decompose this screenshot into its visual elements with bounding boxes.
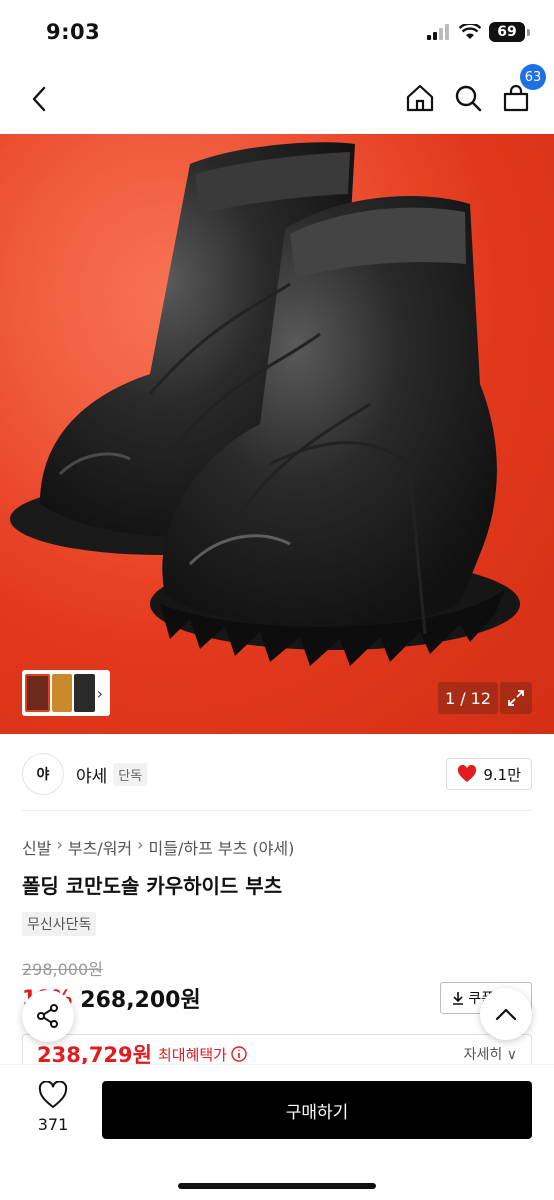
brand-logo[interactable]: 야 — [22, 753, 64, 795]
scroll-top-button[interactable] — [480, 988, 532, 1040]
breadcrumb-item-mid-boots[interactable]: 미들/하프 부츠 (야세) — [149, 835, 295, 859]
wishlist-button[interactable]: 371 — [22, 1080, 84, 1134]
breadcrumb-item-boots[interactable]: 부츠/워커 — [68, 835, 132, 859]
expand-button[interactable] — [500, 682, 532, 714]
buy-button[interactable]: 구매하기 — [102, 1081, 532, 1139]
max-benefit-label: 최대혜택가 — [157, 1045, 227, 1064]
brand-like-button[interactable]: 9.1만 — [446, 758, 532, 790]
heart-outline-icon — [38, 1080, 68, 1108]
cart-count-badge: 63 — [520, 64, 546, 90]
breadcrumb-separator-icon: › — [56, 835, 63, 854]
breadcrumb-separator-icon: › — [137, 835, 144, 854]
expand-icon — [508, 690, 524, 706]
signal-icon — [427, 24, 449, 40]
status-icons: 69 — [427, 22, 530, 42]
benefit-details-link[interactable]: 자세히 ∨ — [464, 1044, 517, 1064]
chevron-left-icon — [32, 86, 46, 112]
wifi-icon — [459, 24, 481, 39]
thumbnail-3[interactable] — [74, 674, 95, 712]
exclusive-tag: 무신사단독 — [22, 912, 97, 936]
nav-actions: 63 — [402, 64, 546, 116]
battery-tip — [527, 28, 530, 36]
brand-like-count: 9.1만 — [483, 765, 521, 784]
thumbnail-arrow-icon[interactable]: › — [97, 684, 107, 703]
top-nav: 63 — [0, 64, 554, 134]
info-icon — [231, 1046, 247, 1062]
thumbnail-strip[interactable]: › — [22, 670, 110, 716]
battery-indicator: 69 — [489, 22, 525, 42]
share-button[interactable] — [22, 990, 74, 1042]
wishlist-count: 371 — [37, 1115, 69, 1134]
sale-price: 268,200원 — [80, 988, 201, 1013]
brand-exclusive-tag: 단독 — [113, 762, 148, 786]
cart-button[interactable]: 63 — [498, 64, 546, 116]
divider — [22, 810, 532, 811]
product-image — [0, 134, 554, 734]
home-button[interactable] — [402, 80, 438, 116]
brand-name[interactable]: 야세 — [76, 762, 107, 787]
chevron-up-icon — [495, 1008, 517, 1021]
back-button[interactable] — [22, 82, 56, 116]
brand-row: 야 야세 단독 9.1만 — [22, 752, 532, 796]
thumbnail-1[interactable] — [25, 674, 50, 712]
share-icon — [37, 1004, 58, 1028]
home-indicator — [178, 1183, 376, 1189]
heart-filled-icon — [458, 765, 477, 782]
brand-logo-text: 야 — [36, 767, 50, 783]
breadcrumb: 신발 › 부츠/워커 › 미들/하프 부츠 (야세) — [22, 835, 294, 859]
thumbnail-2[interactable] — [51, 674, 73, 712]
home-icon — [406, 84, 434, 112]
image-counter: 1 / 12 — [438, 682, 498, 714]
search-button[interactable] — [450, 80, 486, 116]
download-icon — [453, 992, 464, 1005]
product-title: 폴딩 코만도솔 카우하이드 부츠 — [22, 874, 283, 898]
bottom-action-bar: 371 구매하기 — [0, 1064, 554, 1200]
product-image-gallery[interactable]: › 1 / 12 — [0, 134, 554, 734]
breadcrumb-item-shoes[interactable]: 신발 — [22, 835, 51, 859]
status-time: 9:03 — [46, 20, 101, 44]
search-icon — [455, 85, 482, 112]
status-bar: 9:03 69 — [0, 0, 554, 64]
original-price: 298,000원 — [22, 960, 103, 979]
